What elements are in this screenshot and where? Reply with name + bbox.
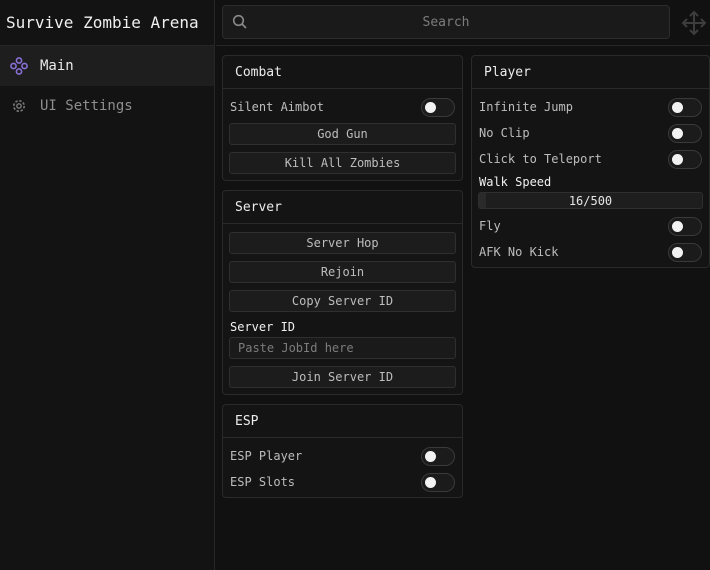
- infinite-jump-row: Infinite Jump: [479, 97, 702, 117]
- walk-speed-slider[interactable]: 16/500: [478, 192, 703, 209]
- toggle-knob: [425, 476, 436, 488]
- esp-slots-toggle[interactable]: [421, 472, 455, 492]
- kill-all-zombies-button[interactable]: Kill All Zombies: [229, 152, 456, 174]
- god-gun-button[interactable]: God Gun: [229, 123, 456, 145]
- jobid-placeholder: Paste JobId here: [238, 341, 354, 355]
- afk-no-kick-toggle[interactable]: [668, 242, 702, 262]
- click-to-teleport-row: Click to Teleport: [479, 149, 702, 169]
- panel-title: Server: [223, 191, 462, 224]
- no-clip-label: No Clip: [479, 126, 530, 140]
- server-panel: Server Server Hop Rejoin Copy Server ID …: [222, 190, 463, 395]
- fly-row: Fly: [479, 216, 702, 236]
- app-title: Survive Zombie Arena: [0, 0, 214, 46]
- panel-title: ESP: [223, 405, 462, 438]
- toggle-knob: [672, 127, 683, 139]
- search-placeholder: Search: [422, 14, 470, 30]
- esp-slots-label: ESP Slots: [230, 475, 296, 489]
- silent-aimbot-label: Silent Aimbot: [230, 100, 324, 114]
- esp-player-toggle[interactable]: [421, 446, 455, 466]
- server-id-label: Server ID: [230, 320, 296, 334]
- esp-slots-row: ESP Slots: [230, 472, 455, 492]
- join-server-id-button[interactable]: Join Server ID: [229, 366, 456, 388]
- toggle-knob: [672, 101, 683, 113]
- player-panel: Player Infinite Jump No Clip Click to Te…: [471, 55, 710, 268]
- no-clip-row: No Clip: [479, 123, 702, 143]
- toggle-knob: [672, 220, 683, 232]
- esp-player-row: ESP Player: [230, 446, 455, 466]
- esp-player-label: ESP Player: [230, 449, 303, 463]
- afk-no-kick-row: AFK No Kick: [479, 242, 702, 262]
- rejoin-button[interactable]: Rejoin: [229, 261, 456, 283]
- infinite-jump-toggle[interactable]: [668, 97, 702, 117]
- click-to-teleport-label: Click to Teleport: [479, 152, 602, 166]
- afk-no-kick-label: AFK No Kick: [479, 245, 559, 259]
- silent-aimbot-row: Silent Aimbot: [230, 97, 455, 117]
- diamond-dots-icon: [10, 57, 28, 75]
- sidebar-item-ui-settings[interactable]: UI Settings: [0, 86, 214, 126]
- panel-title: Combat: [223, 56, 462, 89]
- toggle-knob: [672, 153, 683, 165]
- fly-toggle[interactable]: [668, 216, 702, 236]
- combat-panel: Combat Silent Aimbot God Gun Kill All Zo…: [222, 55, 463, 181]
- copy-server-id-button[interactable]: Copy Server ID: [229, 290, 456, 312]
- toggle-knob: [425, 101, 436, 113]
- gear-icon: [10, 97, 28, 115]
- walk-speed-value: 16/500: [568, 193, 613, 208]
- toggle-knob: [425, 450, 436, 462]
- esp-panel: ESP ESP Player ESP Slots: [222, 404, 463, 498]
- sidebar-item-main[interactable]: Main: [0, 46, 214, 86]
- walk-speed-label: Walk Speed: [479, 175, 552, 189]
- sidebar-item-label: UI Settings: [40, 98, 133, 114]
- no-clip-toggle[interactable]: [668, 123, 702, 143]
- fly-label: Fly: [479, 219, 501, 233]
- sidebar-item-label: Main: [40, 58, 74, 74]
- top-bar: Search: [216, 0, 710, 46]
- panel-title: Player: [472, 56, 709, 89]
- server-hop-button[interactable]: Server Hop: [229, 232, 456, 254]
- toggle-knob: [672, 246, 683, 258]
- sidebar: Survive Zombie Arena Main UI Settings: [0, 0, 215, 570]
- jobid-input[interactable]: Paste JobId here: [229, 337, 456, 359]
- silent-aimbot-toggle[interactable]: [421, 97, 455, 117]
- move-icon[interactable]: [680, 9, 708, 37]
- infinite-jump-label: Infinite Jump: [479, 100, 573, 114]
- search-icon: [232, 14, 248, 30]
- click-to-teleport-toggle[interactable]: [668, 149, 702, 169]
- search-input[interactable]: Search: [222, 5, 670, 39]
